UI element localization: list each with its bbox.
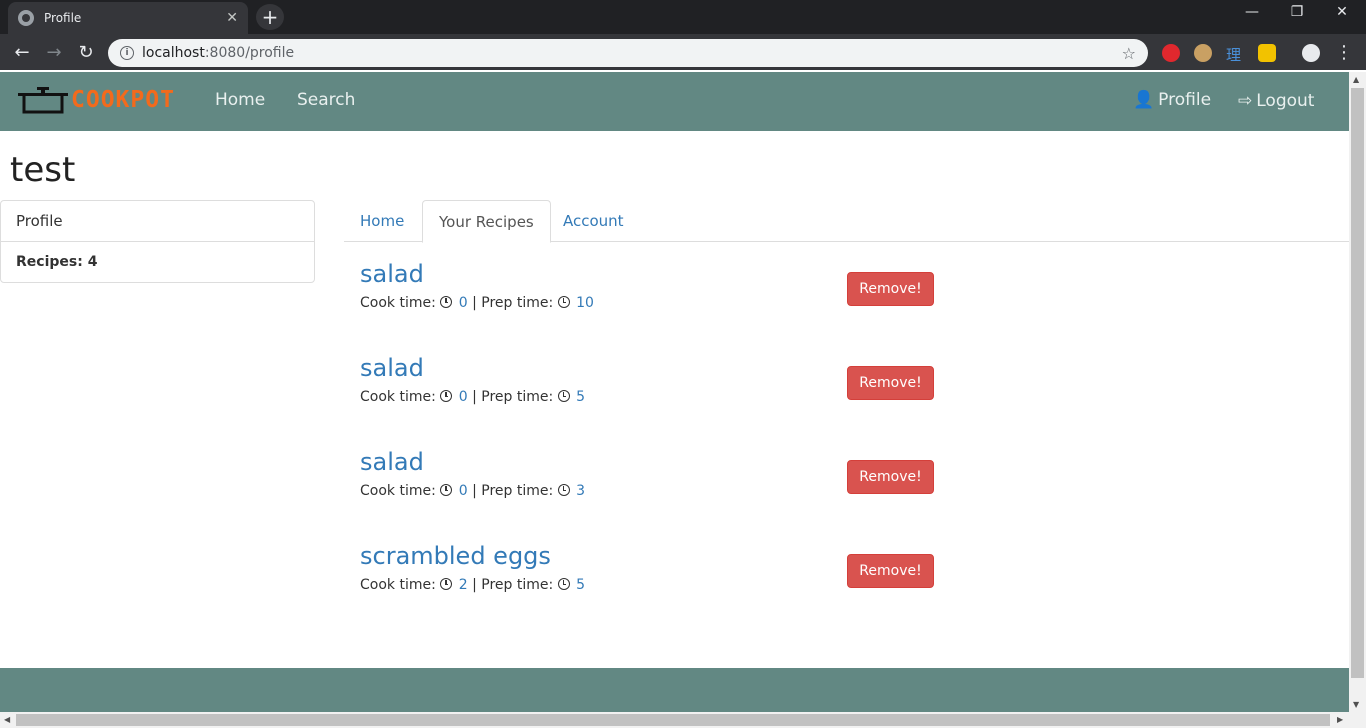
nav-home-link[interactable]: Home bbox=[215, 90, 265, 110]
recipes-count: Recipes: 4 bbox=[16, 254, 98, 270]
bookmark-star-icon[interactable]: ☆ bbox=[1122, 44, 1136, 63]
nav-profile-link[interactable]: 👤 Profile bbox=[1133, 90, 1211, 110]
reload-icon[interactable]: ↻ bbox=[76, 42, 96, 63]
recipe-item: scrambled eggs Cook time: 2 | Prep time:… bbox=[360, 542, 960, 622]
browser-toolbar: ← → ↻ i localhost:8080/profile ☆ 理 ⋮ bbox=[0, 34, 1366, 70]
logout-icon: ⇨ bbox=[1238, 91, 1253, 111]
recipe-item: salad Cook time: 0 | Prep time: 5 Remove… bbox=[360, 354, 960, 434]
nav-logout-link[interactable]: ⇨ Logout bbox=[1238, 91, 1314, 111]
profile-panel: Profile Recipes: 4 bbox=[0, 200, 315, 283]
clock-icon bbox=[440, 484, 453, 496]
clock-icon bbox=[440, 296, 453, 308]
browser-menu-icon[interactable]: ⋮ bbox=[1334, 42, 1354, 63]
site-navbar: COOKPOT Home Search 👤 Profile ⇨ Logout bbox=[0, 72, 1349, 131]
browser-tab-title: Profile bbox=[44, 11, 82, 25]
extension-yellow-icon[interactable] bbox=[1258, 44, 1276, 62]
forward-arrow-icon[interactable]: → bbox=[44, 42, 64, 63]
minimize-button[interactable]: — bbox=[1232, 4, 1272, 20]
globe-icon bbox=[18, 10, 34, 26]
clock-icon bbox=[440, 578, 453, 590]
recipe-item: salad Cook time: 0 | Prep time: 3 Remove… bbox=[360, 448, 960, 528]
close-window-button[interactable]: ✕ bbox=[1322, 4, 1362, 20]
horizontal-scroll-thumb[interactable] bbox=[16, 714, 1330, 726]
clock-icon bbox=[440, 390, 453, 402]
restore-button[interactable]: ❐ bbox=[1277, 4, 1317, 20]
recipe-item: salad Cook time: 0 | Prep time: 10 Remov… bbox=[360, 260, 960, 340]
vertical-scrollbar[interactable]: ▲ ▼ bbox=[1349, 72, 1366, 712]
clock-icon bbox=[557, 390, 570, 402]
avatar-icon[interactable] bbox=[1302, 44, 1320, 62]
pot-icon bbox=[18, 87, 68, 114]
recipe-times: Cook time: 0 | Prep time: 5 bbox=[360, 389, 586, 405]
remove-recipe-button[interactable]: Remove! bbox=[847, 460, 934, 494]
extension-adblock-icon[interactable] bbox=[1162, 44, 1180, 62]
extension-penguin-icon[interactable] bbox=[1194, 44, 1212, 62]
recipe-times: Cook time: 0 | Prep time: 3 bbox=[360, 483, 586, 499]
remove-recipe-button[interactable]: Remove! bbox=[847, 554, 934, 588]
profile-panel-heading: Profile bbox=[1, 201, 314, 242]
scroll-up-icon[interactable]: ▲ bbox=[1353, 75, 1359, 84]
new-tab-button[interactable]: + bbox=[256, 4, 284, 30]
tab-home[interactable]: Home bbox=[344, 200, 420, 242]
vertical-scroll-thumb[interactable] bbox=[1351, 88, 1364, 678]
tab-account[interactable]: Account bbox=[547, 200, 640, 242]
recipe-times: Cook time: 2 | Prep time: 5 bbox=[360, 577, 586, 593]
site-footer bbox=[0, 668, 1349, 712]
url-text: localhost:8080/profile bbox=[142, 45, 295, 61]
profile-tabs: Home Your Recipes Account bbox=[344, 200, 1349, 243]
browser-tab-bar: Profile ✕ + — ❐ ✕ bbox=[0, 0, 1366, 34]
clock-icon bbox=[557, 484, 570, 496]
horizontal-scrollbar[interactable]: ◀ ▶ bbox=[0, 712, 1366, 728]
nav-search-link[interactable]: Search bbox=[297, 90, 355, 110]
extension-li-icon[interactable]: 理 bbox=[1226, 44, 1244, 64]
site-info-icon[interactable]: i bbox=[120, 46, 134, 60]
page-viewport: COOKPOT Home Search 👤 Profile ⇨ Logout tes… bbox=[0, 72, 1349, 712]
scroll-down-icon[interactable]: ▼ bbox=[1353, 700, 1359, 709]
tab-your-recipes[interactable]: Your Recipes bbox=[422, 200, 551, 243]
browser-tab[interactable]: Profile ✕ bbox=[8, 2, 248, 34]
address-bar[interactable]: i localhost:8080/profile ☆ bbox=[108, 39, 1148, 67]
clock-icon bbox=[557, 296, 570, 308]
remove-recipe-button[interactable]: Remove! bbox=[847, 272, 934, 306]
clock-icon bbox=[557, 578, 570, 590]
cookpot-logo[interactable]: COOKPOT bbox=[16, 82, 186, 118]
page-title: test bbox=[10, 150, 76, 190]
scroll-left-icon[interactable]: ◀ bbox=[4, 715, 10, 724]
remove-recipe-button[interactable]: Remove! bbox=[847, 366, 934, 400]
scroll-right-icon[interactable]: ▶ bbox=[1337, 715, 1343, 724]
brand-name: COOKPOT bbox=[71, 87, 175, 113]
recipe-times: Cook time: 0 | Prep time: 10 bbox=[360, 295, 594, 311]
back-arrow-icon[interactable]: ← bbox=[12, 42, 32, 63]
user-icon: 👤 bbox=[1133, 90, 1155, 110]
close-tab-icon[interactable]: ✕ bbox=[226, 10, 238, 26]
